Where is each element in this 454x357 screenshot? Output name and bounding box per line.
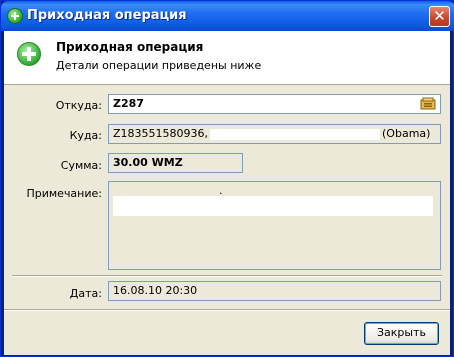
note-label: Примечание:	[26, 187, 102, 200]
window-title: Приходная операция	[27, 8, 187, 23]
plus-circle-icon	[17, 42, 41, 66]
to-value-start: Z183551580936,	[113, 127, 209, 140]
separator	[4, 309, 450, 311]
note-field[interactable]: .	[108, 181, 441, 270]
separator	[12, 275, 442, 277]
close-window-button[interactable]: ✕	[429, 6, 450, 27]
from-field[interactable]: Z287	[108, 94, 441, 114]
plus-circle-icon	[7, 8, 23, 24]
to-value-end: (Obama)	[382, 127, 431, 140]
from-label: Откуда:	[55, 99, 102, 112]
redacted-area	[210, 128, 381, 140]
redacted-area	[113, 196, 433, 216]
to-field[interactable]: Z183551580936, (Obama)	[108, 124, 441, 144]
wallet-icon[interactable]	[420, 97, 436, 110]
dialog-window: Приходная операция ✕ Приходная операция …	[0, 0, 454, 357]
date-label: Дата:	[69, 287, 102, 300]
header-subtitle: Детали операции приведены ниже	[56, 59, 262, 72]
header-title: Приходная операция	[56, 40, 204, 54]
title-bar[interactable]: Приходная операция ✕	[1, 1, 454, 31]
dialog-header: Приходная операция Детали операции приве…	[4, 31, 450, 85]
dialog-body: Приходная операция Детали операции приве…	[4, 31, 450, 355]
amount-field[interactable]: 30.00 WMZ	[108, 153, 243, 173]
close-button[interactable]: Закрыть	[364, 322, 439, 345]
amount-label: Сумма:	[60, 159, 102, 172]
from-value: Z287	[113, 97, 144, 110]
to-label: Куда:	[69, 129, 102, 142]
redacted-area	[143, 98, 204, 110]
date-field[interactable]: 16.08.10 20:30	[108, 281, 441, 301]
